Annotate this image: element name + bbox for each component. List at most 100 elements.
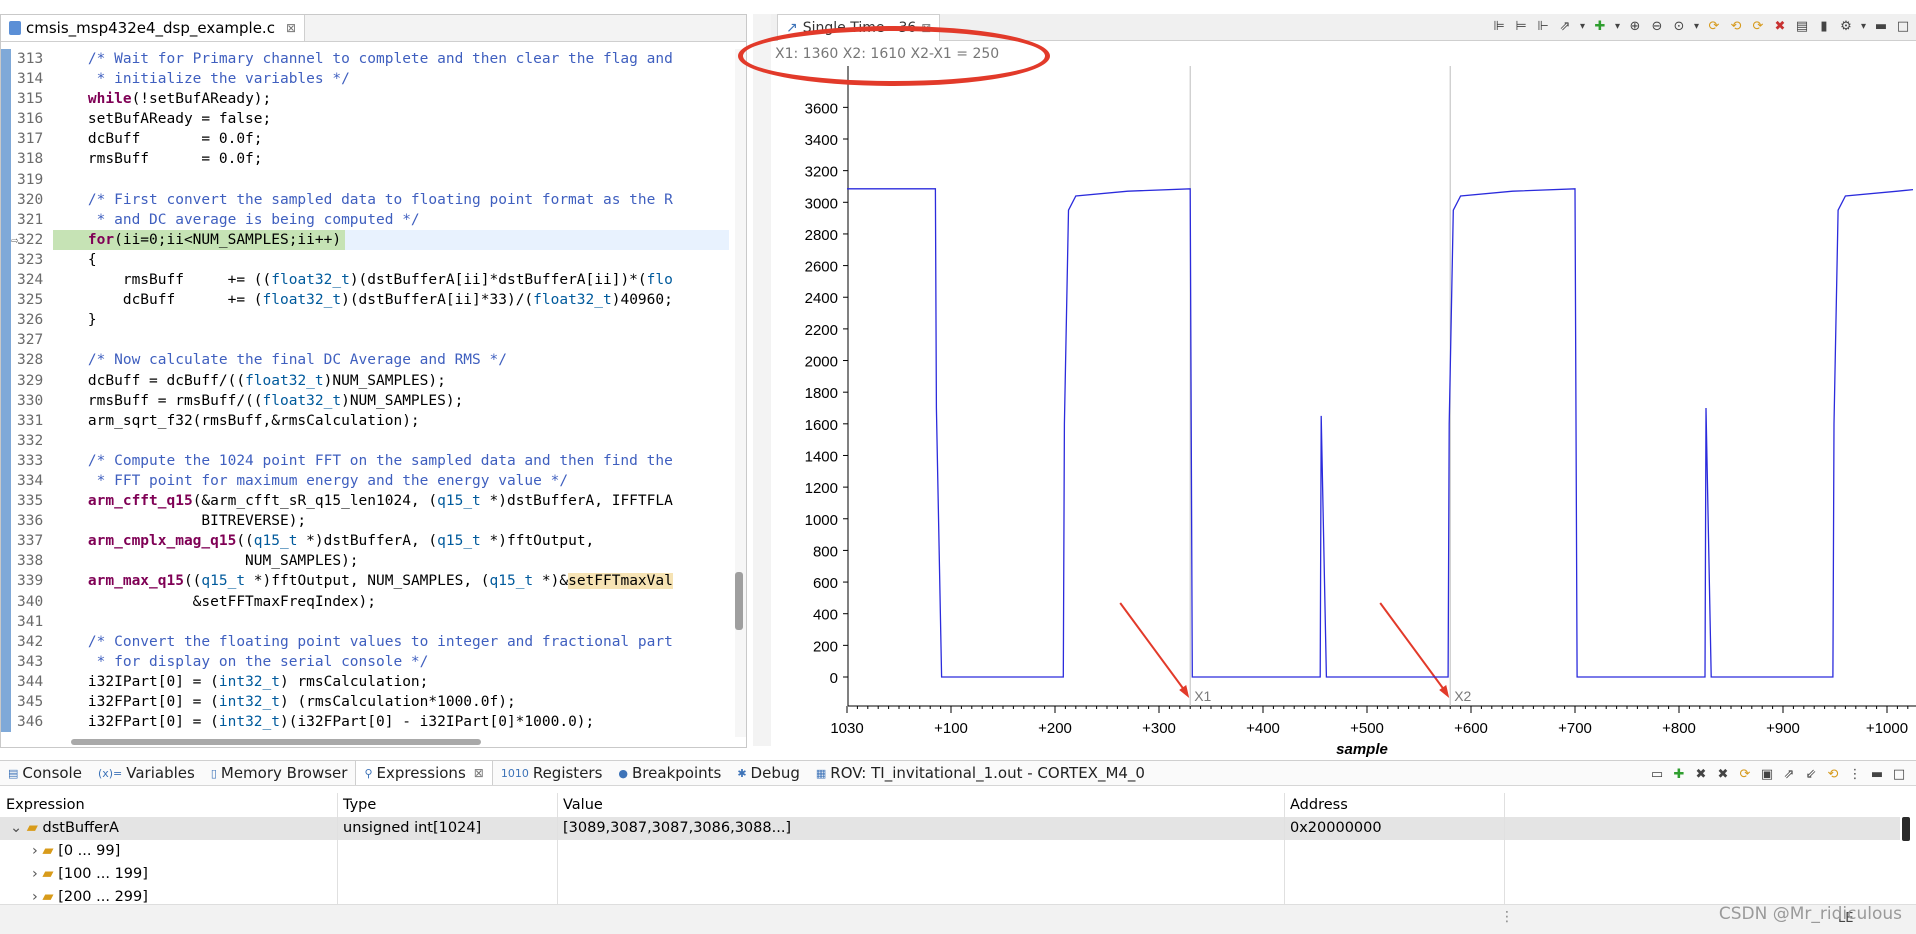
close-icon[interactable]: ⊠ [474,766,484,780]
code-line[interactable]: 325 dcBuff += (float32_t)(dstBufferA[ii]… [1,290,729,311]
table-vertical-scrollbar[interactable] [1902,817,1910,841]
tab-variables[interactable]: (x)= Variables [90,761,203,785]
display-icon[interactable]: ▤ [1793,17,1811,35]
remove-all-icon[interactable]: ✖ [1714,765,1732,783]
code-line[interactable]: 342 /* Convert the floating point values… [1,631,729,652]
tab-rov[interactable]: ▦ ROV: TI_invitational_1.out - CORTEX_M4_… [808,761,1153,785]
code-line[interactable]: 315 while(!setBufAReady); [1,89,729,110]
code-line[interactable]: 332 [1,430,729,451]
close-icon[interactable]: ⊠ [286,21,296,35]
table-row[interactable]: › ▰ [100 ... 199] [0,863,1900,886]
editor-file-tab[interactable]: cmsis_msp432e4_dsp_example.c ⊠ [1,15,306,41]
code-line[interactable]: 323 { [1,249,729,271]
code-line[interactable]: 326 } [1,310,729,331]
dropdown-icon[interactable]: ▾ [1692,17,1701,35]
refresh-icon[interactable]: ⟳ [1736,765,1754,783]
tab-expressions[interactable]: ⚲ Expressions ⊠ [355,761,493,785]
add-icon[interactable]: ✚ [1670,765,1688,783]
code-line[interactable]: 318 rmsBuff = 0.0f; [1,149,729,170]
align-right-icon[interactable]: ⊩ [1534,17,1552,35]
code-line[interactable]: 317 dcBuff = 0.0f; [1,129,729,150]
code-line[interactable]: 333 /* Compute the 1024 point FFT on the… [1,450,729,471]
code-line[interactable]: 320 /* First convert the sampled data to… [1,189,729,210]
zoom-out-icon[interactable]: ⊖ [1648,17,1666,35]
column-header[interactable]: Expression [0,793,343,817]
zoom-fit-icon[interactable]: ⊙ [1670,17,1688,35]
sync-icon[interactable]: ⟲ [1727,17,1745,35]
code-editor[interactable]: cmsis_msp432e4_dsp_example.c ⊠ 313 /* Wa… [0,14,747,748]
more-icon[interactable]: ⋮ [1846,765,1864,783]
column-divider[interactable] [557,863,558,886]
table-row[interactable]: ⌄ ▰ dstBufferA unsigned int[1024] [3089,30… [0,817,1900,840]
code-line[interactable]: 336 BITREVERSE); [1,511,729,532]
collapse-all-icon[interactable]: ▭ [1648,765,1666,783]
code-line[interactable]: 337 arm_cmplx_mag_q15((q15_t *)dstBuffer… [1,531,729,552]
scrollbar-thumb[interactable] [735,572,743,630]
new-window-icon[interactable]: ▣ [1758,765,1776,783]
code-area[interactable]: 313 /* Wait for Primary channel to compl… [1,49,729,737]
column-header[interactable]: Value [557,793,1290,817]
column-divider[interactable] [1284,840,1285,863]
column-divider[interactable] [337,863,338,886]
column-divider[interactable] [1504,793,1505,817]
tab-memory[interactable]: ▯ Memory Browser [203,761,356,785]
column-divider[interactable] [1504,863,1505,886]
add-icon[interactable]: ✚ [1591,17,1609,35]
code-line[interactable]: 341 [1,611,729,632]
pane-splitter[interactable] [753,14,771,746]
column-divider[interactable] [1284,863,1285,886]
code-line[interactable]: 313 /* Wait for Primary channel to compl… [1,49,729,70]
column-divider[interactable] [1504,817,1505,840]
code-line[interactable]: 331 arm_sqrt_f32(rmsBuff,&rmsCalculation… [1,410,729,431]
dropdown-icon[interactable]: ▾ [1859,17,1868,35]
code-line[interactable]: 319 [1,169,729,190]
editor-vertical-scrollbar[interactable] [735,49,746,737]
zoom-in-icon[interactable]: ⊕ [1626,17,1644,35]
editor-horizontal-scrollbar[interactable] [71,739,481,745]
code-line[interactable]: 324 rmsBuff += ((float32_t)(dstBufferA[i… [1,270,729,291]
refresh-icon[interactable]: ⟳ [1705,17,1723,35]
graph-view[interactable]: ↗ Single Time - 36 ⊠ ⊫ ⊨ ⊩ ⇗ ▾ ✚ ▾ ⊕ ⊖ ⊙ ▾ ⟳ ⟲ ⟳ ✖ ▤ ▮ ⚙ ▾… [771,14,1916,760]
expand-chevron-icon[interactable]: › [32,843,42,859]
tab-debug[interactable]: ✱ Debug [729,761,808,785]
export-icon[interactable]: ⇗ [1780,765,1798,783]
tab-breakpoints[interactable]: ● Breakpoints [610,761,729,785]
code-line[interactable]: 321 * and DC average is being computed *… [1,209,729,230]
column-divider[interactable] [557,793,558,817]
code-line[interactable]: 344 i32IPart[0] = (int32_t) rmsCalculati… [1,671,729,692]
sync-icon[interactable]: ⟲ [1824,765,1842,783]
pin-icon[interactable]: ▮ [1815,17,1833,35]
code-line[interactable]: 329 dcBuff = dcBuff/((float32_t)NUM_SAMP… [1,370,729,391]
code-line[interactable]: 314 * initialize the variables */ [1,69,729,90]
code-line[interactable]: 316 setBufAReady = false; [1,109,729,130]
refresh-multi-icon[interactable]: ⟳ [1749,17,1767,35]
code-line[interactable]: 339 arm_max_q15((q15_t *)fftOutput, NUM_… [1,571,729,592]
maximize-icon[interactable]: □ [1894,17,1912,35]
align-center-icon[interactable]: ⊨ [1512,17,1530,35]
collapse-chevron-icon[interactable]: ⌄ [10,820,27,836]
code-line[interactable]: 338 NUM_SAMPLES); [1,551,729,572]
minimize-icon[interactable]: ▬ [1868,765,1886,783]
import-icon[interactable]: ⇙ [1802,765,1820,783]
code-line[interactable]: 345 i32FPart[0] = (int32_t) (rmsCalculat… [1,692,729,713]
column-divider[interactable] [557,817,558,840]
code-line[interactable]: 346 i32FPart[0] = (int32_t)(i32FPart[0] … [1,712,729,733]
remove-icon[interactable]: ✖ [1692,765,1710,783]
remove-icon[interactable]: ✖ [1771,17,1789,35]
code-line[interactable]: 328 /* Now calculate the final DC Averag… [1,350,729,371]
code-line[interactable]: 343 * for display on the serial console … [1,651,729,672]
expand-chevron-icon[interactable]: › [32,889,42,905]
column-divider[interactable] [557,840,558,863]
dropdown-icon[interactable]: ▾ [1613,17,1622,35]
minimize-icon[interactable]: ▬ [1872,17,1890,35]
tab-registers[interactable]: 1010 Registers [493,761,611,785]
code-line[interactable]: 334 * FFT point for maximum energy and t… [1,470,729,492]
code-line[interactable]: 327 [1,330,729,351]
column-divider[interactable] [337,793,338,817]
time-plot[interactable]: 0 200 400 600 800 1000 1200 1400 1600 1800 2000 220… [771,66,1916,766]
table-row[interactable]: › ▰ [0 ... 99] [0,840,1900,863]
column-divider[interactable] [1284,793,1285,817]
align-left-icon[interactable]: ⊫ [1490,17,1508,35]
tab-console[interactable]: ▤ Console [0,761,90,785]
maximize-icon[interactable]: □ [1890,765,1908,783]
